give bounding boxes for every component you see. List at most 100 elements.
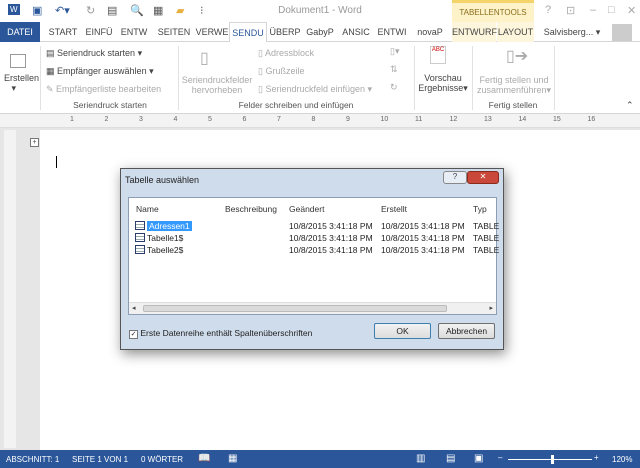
felder-hervorheben-button[interactable]: Seriendruckfelder hervorheben	[181, 75, 253, 95]
match-fields-icon[interactable]: ⇅	[390, 64, 398, 75]
vorschau-ergebnisse-button[interactable]: Vorschau Ergebnisse▾	[418, 73, 468, 94]
table-list[interactable]: Name Beschreibung Geändert Erstellt Typ …	[128, 197, 499, 315]
save-icon[interactable]: ▣	[32, 4, 42, 17]
ribbon-options-icon[interactable]: ⊡	[566, 4, 575, 17]
page-indicator[interactable]: SEITE 1 VON 1	[72, 455, 128, 464]
table-icon	[135, 245, 145, 254]
table-row[interactable]: Adressen1 10/8/2015 3:41:18 PM 10/8/2015…	[129, 220, 499, 232]
maximize-icon[interactable]: □	[608, 4, 615, 16]
tab-start[interactable]: START	[44, 22, 82, 42]
update-labels-icon[interactable]: ↻	[390, 82, 398, 93]
table-row[interactable]: Tabelle2$ 10/8/2015 3:41:18 PM 10/8/2015…	[129, 244, 499, 256]
zoom-slider[interactable]	[508, 459, 592, 460]
column-header-beschreibung[interactable]: Beschreibung	[225, 204, 277, 214]
minimize-icon[interactable]: –	[590, 4, 596, 16]
grusszeile-button[interactable]: ▯ Grußzeile	[258, 66, 304, 77]
ruler-number: 14	[518, 116, 527, 123]
ruler-number: 5	[208, 116, 212, 123]
tab-ueberpruefen[interactable]: ÜBERP	[268, 22, 302, 42]
zoom-out-icon[interactable]: –	[498, 453, 502, 462]
horizontal-scrollbar[interactable]: ◂ ▸	[129, 302, 496, 314]
tab-entwurf[interactable]: ENTW	[116, 22, 152, 42]
table-row[interactable]: Tabelle1$ 10/8/2015 3:41:18 PM 10/8/2015…	[129, 232, 499, 244]
tab-verweise[interactable]: VERWE	[195, 22, 229, 42]
ok-button[interactable]: OK	[374, 323, 431, 339]
dialog-close-button[interactable]: ✕	[467, 171, 499, 184]
empfaenger-auswaehlen-button[interactable]: ▦ Empfänger auswählen ▾	[46, 66, 154, 77]
document-icon[interactable]: ▦	[153, 4, 163, 17]
tab-einfuegen[interactable]: EINFÜ	[84, 22, 114, 42]
proofing-icon[interactable]: 📖	[198, 453, 210, 464]
zoom-in-icon[interactable]: +	[594, 453, 599, 462]
word-logo-icon: W	[8, 4, 20, 15]
user-account[interactable]: Salvisberg... ▾	[536, 22, 608, 42]
customize-icon[interactable]: ⁝	[200, 4, 204, 17]
close-icon[interactable]: ✕	[627, 4, 636, 17]
rules-icon[interactable]: ▯▾	[390, 46, 399, 57]
web-layout-icon[interactable]: ▣	[474, 453, 483, 464]
tab-datei[interactable]: DATEI	[0, 22, 40, 42]
erstellen-button[interactable]: Erstellen ▾	[4, 73, 39, 94]
row-changed: 10/8/2015 3:41:18 PM	[289, 245, 373, 255]
ruler-number: 3	[139, 116, 143, 123]
adressblock-button[interactable]: ▯ Adressblock	[258, 48, 314, 59]
ruler-number: 4	[173, 116, 178, 123]
macro-icon[interactable]: ▦	[228, 453, 237, 464]
scroll-left-icon[interactable]: ◂	[132, 304, 136, 312]
column-header-name[interactable]: Name	[136, 204, 159, 214]
fertig-stellen-button[interactable]: Fertig stellen und zusammenführen▾	[474, 75, 554, 96]
window-title: Dokument1 - Word	[278, 5, 362, 16]
tab-table-layout[interactable]: LAYOUT	[497, 22, 534, 42]
label: Seriendruckfeld einfügen	[265, 84, 366, 94]
seriendruck-starten-label: Seriendruck starten	[57, 48, 136, 58]
column-header-typ[interactable]: Typ	[473, 204, 487, 214]
tab-entwicklertools[interactable]: ENTWI	[374, 22, 410, 42]
checkbox-icon[interactable]: ✓	[129, 330, 138, 339]
column-header-geaendert[interactable]: Geändert	[289, 204, 324, 214]
zoom-slider-thumb[interactable]	[551, 455, 555, 464]
preview-abc-icon: ABC	[430, 46, 446, 64]
scrollbar-thumb[interactable]	[143, 305, 447, 312]
avatar[interactable]	[612, 24, 632, 41]
label: Vorschau	[424, 73, 462, 83]
context-tab-header: TABELLENTOOLS	[452, 0, 534, 22]
row-changed: 10/8/2015 3:41:18 PM	[289, 233, 373, 243]
tab-seiten[interactable]: SEITEN	[154, 22, 194, 42]
empfaengerliste-button[interactable]: ✎ Empfängerliste bearbeiten	[46, 84, 161, 95]
column-header-erstellt[interactable]: Erstellt	[381, 204, 407, 214]
help-icon[interactable]: ?	[545, 4, 551, 16]
read-mode-icon[interactable]: ▥	[416, 453, 425, 464]
open-folder-icon[interactable]: ▰	[176, 4, 184, 17]
vertical-ruler[interactable]	[4, 130, 16, 448]
word-count[interactable]: 0 WÖRTER	[141, 455, 183, 464]
tab-gabyp[interactable]: GabyP	[302, 22, 338, 42]
print-preview-icon[interactable]: 🔍	[130, 4, 144, 17]
horizontal-ruler[interactable]: 1 2 3 4 5 6 7 8 9 10 11 12 13 14 15 16	[0, 114, 640, 128]
print-layout-icon[interactable]: ▤	[446, 453, 455, 464]
tab-table-entwurf[interactable]: ENTWURF	[452, 22, 497, 42]
ruler-number: 16	[587, 116, 596, 123]
table-move-handle-icon[interactable]: +	[30, 138, 39, 147]
help-button[interactable]: ?	[443, 171, 467, 184]
section-indicator[interactable]: ABSCHNITT: 1	[6, 455, 59, 464]
tab-ansicht[interactable]: ANSIC	[338, 22, 374, 42]
ruler-number: 1	[70, 116, 74, 123]
tab-novap[interactable]: novaP	[410, 22, 450, 42]
undo-icon[interactable]: ↶▾	[55, 4, 70, 17]
cancel-button[interactable]: Abbrechen	[438, 323, 495, 339]
feld-einfuegen-button[interactable]: ▯ Seriendruckfeld einfügen ▾	[258, 84, 372, 95]
ruler-number: 13	[484, 116, 492, 123]
tabelle-auswaehlen-dialog: Tabelle auswählen ? ✕ Name Beschreibung …	[120, 168, 504, 350]
ruler-number: 10	[380, 116, 389, 123]
header-row-checkbox[interactable]: ✓ Erste Datenreihe enthält Spaltenübersc…	[129, 328, 312, 339]
quickaccess-icon[interactable]: ▤	[107, 4, 117, 17]
scroll-right-icon[interactable]: ▸	[489, 304, 493, 312]
checkbox-label: Erste Datenreihe enthält Spaltenüberschr…	[140, 328, 313, 338]
collapse-ribbon-icon[interactable]: ⌃	[626, 100, 634, 111]
finish-merge-icon: ▯➔	[506, 48, 529, 65]
ribbon: Erstellen ▾ ▤ Seriendruck starten ▾ ▦ Em…	[0, 42, 640, 114]
redo-icon[interactable]: ↻	[86, 4, 95, 17]
tab-sendungen[interactable]: SENDU	[229, 22, 267, 43]
seriendruck-starten-button[interactable]: ▤ Seriendruck starten ▾	[46, 48, 142, 59]
zoom-level[interactable]: 120%	[612, 455, 632, 464]
